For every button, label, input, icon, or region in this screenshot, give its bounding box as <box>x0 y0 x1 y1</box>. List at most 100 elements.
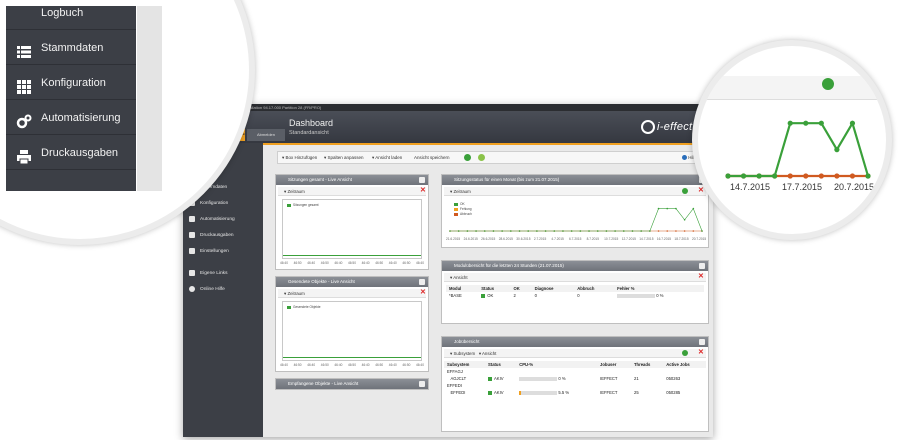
data-point <box>675 207 677 210</box>
column-header[interactable]: Abbruch <box>574 285 615 292</box>
table-row[interactable]: EFFEDI AKIV 5.5 % IEFFECT 25 050285 <box>444 389 706 396</box>
subsystem-dropdown[interactable]: Subsystem <box>453 351 475 356</box>
x-tick-label: 46:40 <box>334 363 343 367</box>
x-tick-label: 46:50 <box>348 261 356 265</box>
table-row[interactable]: *BASE OK 2 0 0 0 % <box>446 292 704 299</box>
data-point <box>622 230 625 232</box>
data-point <box>527 230 530 232</box>
zoomed-menu-item[interactable]: Logbuch <box>6 0 136 30</box>
modules-panel: Modulübersicht für die letzten 24 Stunde… <box>441 260 709 324</box>
column-header[interactable]: Fehler % <box>614 285 704 292</box>
save-view-button[interactable]: Ansicht speichern <box>414 154 450 162</box>
column-header[interactable]: OK <box>510 285 532 292</box>
app-window: Installation 94.17.000 Partition 28 (FR/… <box>183 104 713 437</box>
x-tick-label: 8.7.2015 <box>586 237 599 241</box>
sidebar-item-online-hilfe[interactable]: Online Hilfe <box>189 285 225 295</box>
sidebar-item-label: Eigene Links <box>200 271 228 276</box>
zoomed-menu-item[interactable]: Automatisierung <box>6 101 136 135</box>
panel-filter-bar: ▾ Zeitraum <box>278 187 426 196</box>
sent-line <box>283 357 421 358</box>
panel-filter-bar: ▾ Zeitraum <box>278 289 426 298</box>
column-header[interactable]: Status <box>485 361 517 368</box>
refresh-icon[interactable] <box>464 154 471 161</box>
panel-header: Sitzungsstatus für einen Monat (bis zum … <box>442 175 708 185</box>
status-active-icon <box>488 390 493 395</box>
zeitraum-dropdown[interactable]: Zeitraum <box>287 189 304 194</box>
panel-header: Empfangene Objekte - Live Ansicht <box>276 379 428 389</box>
x-tick-label: 10.7.2015 <box>604 237 619 241</box>
data-point <box>865 173 871 179</box>
add-box-button[interactable]: ▾ Box Hinzufügen <box>282 154 317 162</box>
column-header[interactable]: Threads <box>630 361 664 368</box>
zeitraum-dropdown[interactable]: Zeitraum <box>287 291 304 296</box>
collapse-icon[interactable] <box>699 263 705 269</box>
refresh-icon[interactable] <box>682 350 688 356</box>
table-row[interactable]: EFFEDI <box>444 382 706 389</box>
collapse-icon[interactable] <box>419 381 425 387</box>
column-header[interactable]: Jobuser <box>597 361 631 368</box>
close-icon[interactable]: ✕ <box>420 289 426 296</box>
printer-icon <box>16 145 32 165</box>
zeitraum-dropdown[interactable]: Zeitraum <box>453 189 470 194</box>
panel-title: Jobübersicht <box>454 339 480 344</box>
zoomed-menu-item[interactable]: Druckausgaben <box>6 136 136 170</box>
load-view-button[interactable]: ▾ Ansicht laden <box>372 154 402 162</box>
data-point <box>725 173 731 179</box>
cell-ok: 2 <box>513 293 516 298</box>
sidebar-item-label: Druckausgaben <box>200 233 234 238</box>
zoomed-menu-label: Konfiguration <box>41 77 106 89</box>
x-tick-label: 46:50 <box>402 261 411 265</box>
refresh-icon[interactable] <box>822 78 834 90</box>
cell-jobuser: IEFFECT <box>600 390 618 395</box>
toolbar: ▾ Box Hinzufügen ▾ Spalten anpassen ▾ An… <box>277 151 705 164</box>
column-header[interactable]: Status <box>478 285 511 292</box>
cpu-bar <box>519 376 558 381</box>
x-tick-label: 46:40 <box>416 261 424 265</box>
cell-active-jobs: 050263 <box>666 376 681 381</box>
data-point <box>501 230 503 232</box>
sidebar-item-einstellungen[interactable]: Einstellungen <box>189 247 229 257</box>
data-point <box>518 230 521 232</box>
sidebar-item-eigene-links[interactable]: Eigene Links <box>189 269 227 279</box>
accent-line <box>263 143 713 145</box>
apply-icon[interactable] <box>478 154 485 161</box>
status-text: OK <box>487 293 494 298</box>
table-row[interactable]: AGJCLT AKIV 0 % IEFFECT 21 050263 <box>444 375 706 382</box>
refresh-icon[interactable] <box>682 188 688 194</box>
sent-chart: Gesendete Objekte <box>282 301 422 361</box>
close-icon[interactable]: ✕ <box>698 349 704 356</box>
panel-header: Jobübersicht <box>442 337 708 347</box>
cell-status: AKIV <box>485 389 516 396</box>
title-bar: Installation 94.17.000 Partition 28 (FR/… <box>183 104 713 111</box>
collapse-icon[interactable] <box>699 339 705 345</box>
sidebar-item-label: Einstellungen <box>200 249 229 254</box>
column-header[interactable]: CPU-% <box>516 361 598 368</box>
column-header[interactable]: Diagnose <box>531 285 575 292</box>
x-tick-label: 46:40 <box>416 363 424 367</box>
column-header[interactable]: Subsystem <box>444 361 486 368</box>
data-point <box>657 230 660 232</box>
close-icon[interactable]: ✕ <box>420 187 426 194</box>
status-text: AKIV <box>494 390 504 395</box>
column-header[interactable]: Modul <box>446 285 479 292</box>
data-point <box>605 230 608 232</box>
zoomed-menu-item[interactable]: Stammdaten <box>6 31 136 65</box>
data-point <box>701 230 703 232</box>
table-row[interactable]: EFFAGJ <box>444 368 706 375</box>
x-tick-label: 46:50 <box>320 363 329 367</box>
tab-abmelden[interactable]: Abmelden <box>247 129 285 141</box>
x-tick-label: 46:50 <box>375 261 384 265</box>
close-icon[interactable]: ✕ <box>698 273 704 280</box>
zoomed-menu-item[interactable]: Konfiguration <box>6 66 136 100</box>
columns-button[interactable]: ▾ Spalten anpassen <box>324 154 364 162</box>
ansicht-dropdown[interactable]: Ansicht <box>482 351 496 356</box>
collapse-icon[interactable] <box>419 279 425 285</box>
data-point <box>772 173 778 179</box>
column-header[interactable]: Active Jobs <box>663 361 706 368</box>
collapse-icon[interactable] <box>419 177 425 183</box>
sidebar-item-druckausgaben[interactable]: Druckausgaben <box>189 231 234 241</box>
sidebar-item-automatisierung[interactable]: Automatisierung <box>189 215 235 225</box>
cell-status <box>485 368 516 375</box>
data-point <box>483 230 486 232</box>
ansicht-dropdown[interactable]: Ansicht <box>453 275 467 280</box>
